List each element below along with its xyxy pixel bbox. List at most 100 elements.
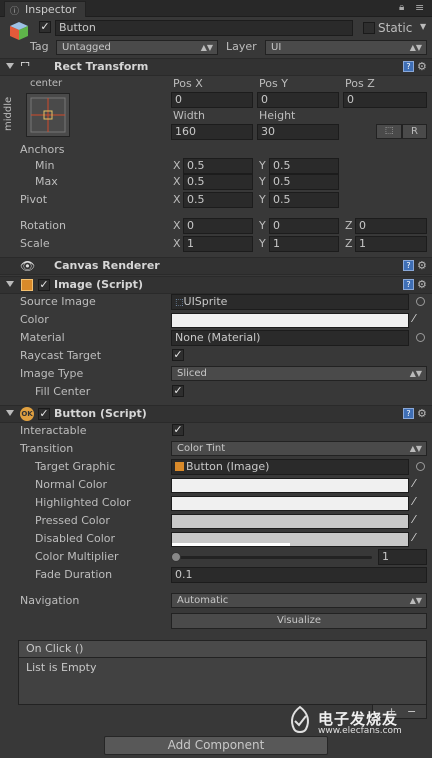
navigation-dropdown[interactable]: Automatic ▲▼ [171,593,427,608]
normal-color-swatch[interactable] [171,478,409,493]
gear-icon[interactable]: ⚙ [417,260,428,271]
gear-icon[interactable]: ⚙ [417,408,428,419]
help-icon[interactable]: ? [403,61,414,72]
rotation-z-field[interactable]: 0 [355,218,427,234]
color-multiplier-field[interactable]: 1 [378,549,427,565]
pos-y-field[interactable]: 0 [257,92,339,108]
pivot-y-field[interactable]: 0.5 [269,192,339,208]
color-multiplier-slider-track[interactable] [176,556,372,559]
anchors-max-label: Max [35,175,58,188]
interactable-checkbox[interactable]: ✓ [172,424,184,436]
anchor-preset-button[interactable] [26,93,70,137]
image-type-dropdown[interactable]: Sliced ▲▼ [171,366,427,381]
blueprint-mode-button[interactable]: ⬚ [376,124,402,139]
pos-z-field[interactable]: 0 [343,92,427,108]
rotation-x-field[interactable]: 0 [183,218,253,234]
fill-center-checkbox[interactable]: ✓ [172,385,184,397]
anchors-max-y-field[interactable]: 0.5 [269,174,339,190]
image-script-header[interactable]: ✓ Image (Script) ? ⚙ [0,276,432,294]
layer-dropdown[interactable]: UI ▲▼ [265,40,427,55]
tag-dropdown[interactable]: Untagged ▲▼ [56,40,218,55]
static-checkbox[interactable] [363,22,375,34]
raycast-target-label: Raycast Target [20,349,102,362]
button-script-title: Button (Script) [54,407,147,420]
watermark-url: www.elecfans.com [318,726,402,736]
disabled-color-swatch[interactable] [171,532,409,547]
anchors-min-y-label: Y [259,159,266,172]
anchors-min-y-field[interactable]: 0.5 [269,158,339,174]
eyedropper-icon[interactable]: ⁄ [413,531,425,545]
width-label: Width [173,109,205,122]
pressed-color-swatch[interactable] [171,514,409,529]
eyedropper-icon[interactable]: ⁄ [413,513,425,527]
anchors-max-x-label: X [173,175,181,188]
button-enabled-checkbox[interactable]: ✓ [38,408,50,420]
menu-icon[interactable]: ≡ [415,1,424,14]
pos-x-field[interactable]: 0 [171,92,253,108]
transition-dropdown[interactable]: Color Tint ▲▼ [171,441,427,456]
color-swatch[interactable] [171,313,409,328]
foldout-arrow-icon[interactable] [6,281,14,287]
scale-y-field[interactable]: 1 [269,236,339,252]
gameobject-active-checkbox[interactable]: ✓ [39,21,51,33]
static-dropdown-arrow[interactable]: ▼ [420,22,426,31]
canvas-renderer-header[interactable]: 👁︎ Canvas Renderer ? ⚙ [0,257,432,275]
width-field[interactable]: 160 [171,124,253,140]
button-component-icon: OK [20,407,34,421]
rect-transform-header[interactable]: ⌜⌝ Rect Transform ? ⚙ [0,58,432,76]
anchors-label[interactable]: Anchors [20,143,65,157]
inspector-tab[interactable]: ⓘ Inspector [4,1,86,17]
foldout-arrow-icon[interactable] [6,410,14,416]
color-multiplier-slider-handle[interactable] [171,552,181,562]
height-label: Height [259,109,296,122]
gear-icon[interactable]: ⚙ [417,279,428,290]
source-image-field[interactable]: ⬚UISprite [171,294,409,310]
height-field[interactable]: 30 [257,124,339,140]
rotation-y-field[interactable]: 0 [269,218,339,234]
help-icon[interactable]: ? [403,279,414,290]
object-picker-icon[interactable] [416,333,425,342]
remove-event-button[interactable]: − [407,705,416,718]
color-label: Color [20,313,49,326]
canvas-renderer-title: Canvas Renderer [54,259,160,272]
eyedropper-icon[interactable]: ⁄ [413,312,425,326]
chevron-down-icon: ▲▼ [409,43,422,52]
anchors-min-x-field[interactable]: 0.5 [183,158,253,174]
pivot-x-field[interactable]: 0.5 [183,192,253,208]
image-enabled-checkbox[interactable]: ✓ [38,279,50,291]
foldout-arrow-icon[interactable] [6,63,14,69]
rect-transform-title: Rect Transform [54,60,149,73]
anchors-max-x-field[interactable]: 0.5 [183,174,253,190]
gameobject-name-field[interactable]: Button [55,20,353,36]
gameobject-cube-icon [8,20,30,42]
scale-x-field[interactable]: 1 [183,236,253,252]
material-field[interactable]: None (Material) [171,330,409,346]
interactable-label: Interactable [20,424,87,437]
add-component-button[interactable]: Add Component [104,736,328,755]
chevron-down-icon: ▲▼ [409,596,422,605]
anchors-min-label: Min [35,159,55,172]
help-icon[interactable]: ? [403,408,414,419]
eyedropper-icon[interactable]: ⁄ [413,477,425,491]
target-graphic-field[interactable]: Button (Image) [171,459,409,475]
help-icon[interactable]: ? [403,260,414,271]
raycast-target-checkbox[interactable]: ✓ [172,349,184,361]
lock-icon[interactable]: 🔒︎ [399,2,404,13]
gear-icon[interactable]: ⚙ [417,61,428,72]
visualize-button[interactable]: Visualize [171,613,427,629]
raw-edit-button[interactable]: R [402,124,427,139]
object-picker-icon[interactable] [416,297,425,306]
button-script-header[interactable]: OK ✓ Button (Script) ? ⚙ [0,405,432,423]
fade-duration-field[interactable]: 0.1 [171,567,427,583]
tag-label: Tag [30,40,49,53]
anchor-preset-top-label: center [30,78,63,89]
pivot-y-label: Y [259,193,266,206]
anchors-max-y-label: Y [259,175,266,188]
object-picker-icon[interactable] [416,462,425,471]
highlighted-color-swatch[interactable] [171,496,409,511]
inspector-tab-icon: ⓘ [10,7,20,17]
eyedropper-icon[interactable]: ⁄ [413,495,425,509]
navigation-value: Automatic [177,595,229,606]
anchor-preset-side-label: middle [3,96,14,131]
scale-z-field[interactable]: 1 [355,236,427,252]
